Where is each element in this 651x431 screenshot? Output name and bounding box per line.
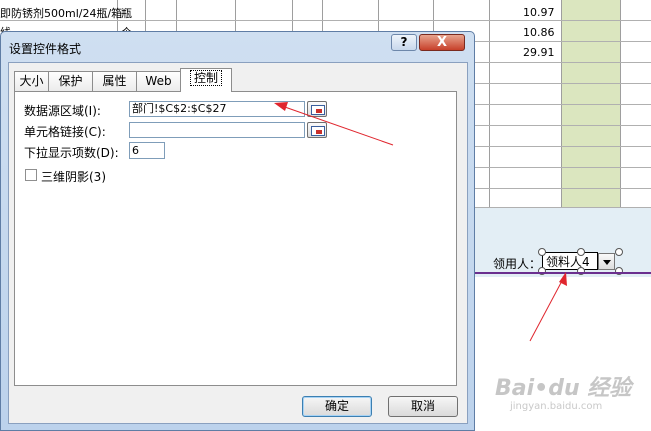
arrow-line [529, 278, 564, 342]
tab-control[interactable]: 控制 [180, 68, 232, 92]
arrow-line [281, 105, 394, 146]
annotation-arrows [274, 102, 567, 342]
arrow-head [274, 102, 288, 111]
